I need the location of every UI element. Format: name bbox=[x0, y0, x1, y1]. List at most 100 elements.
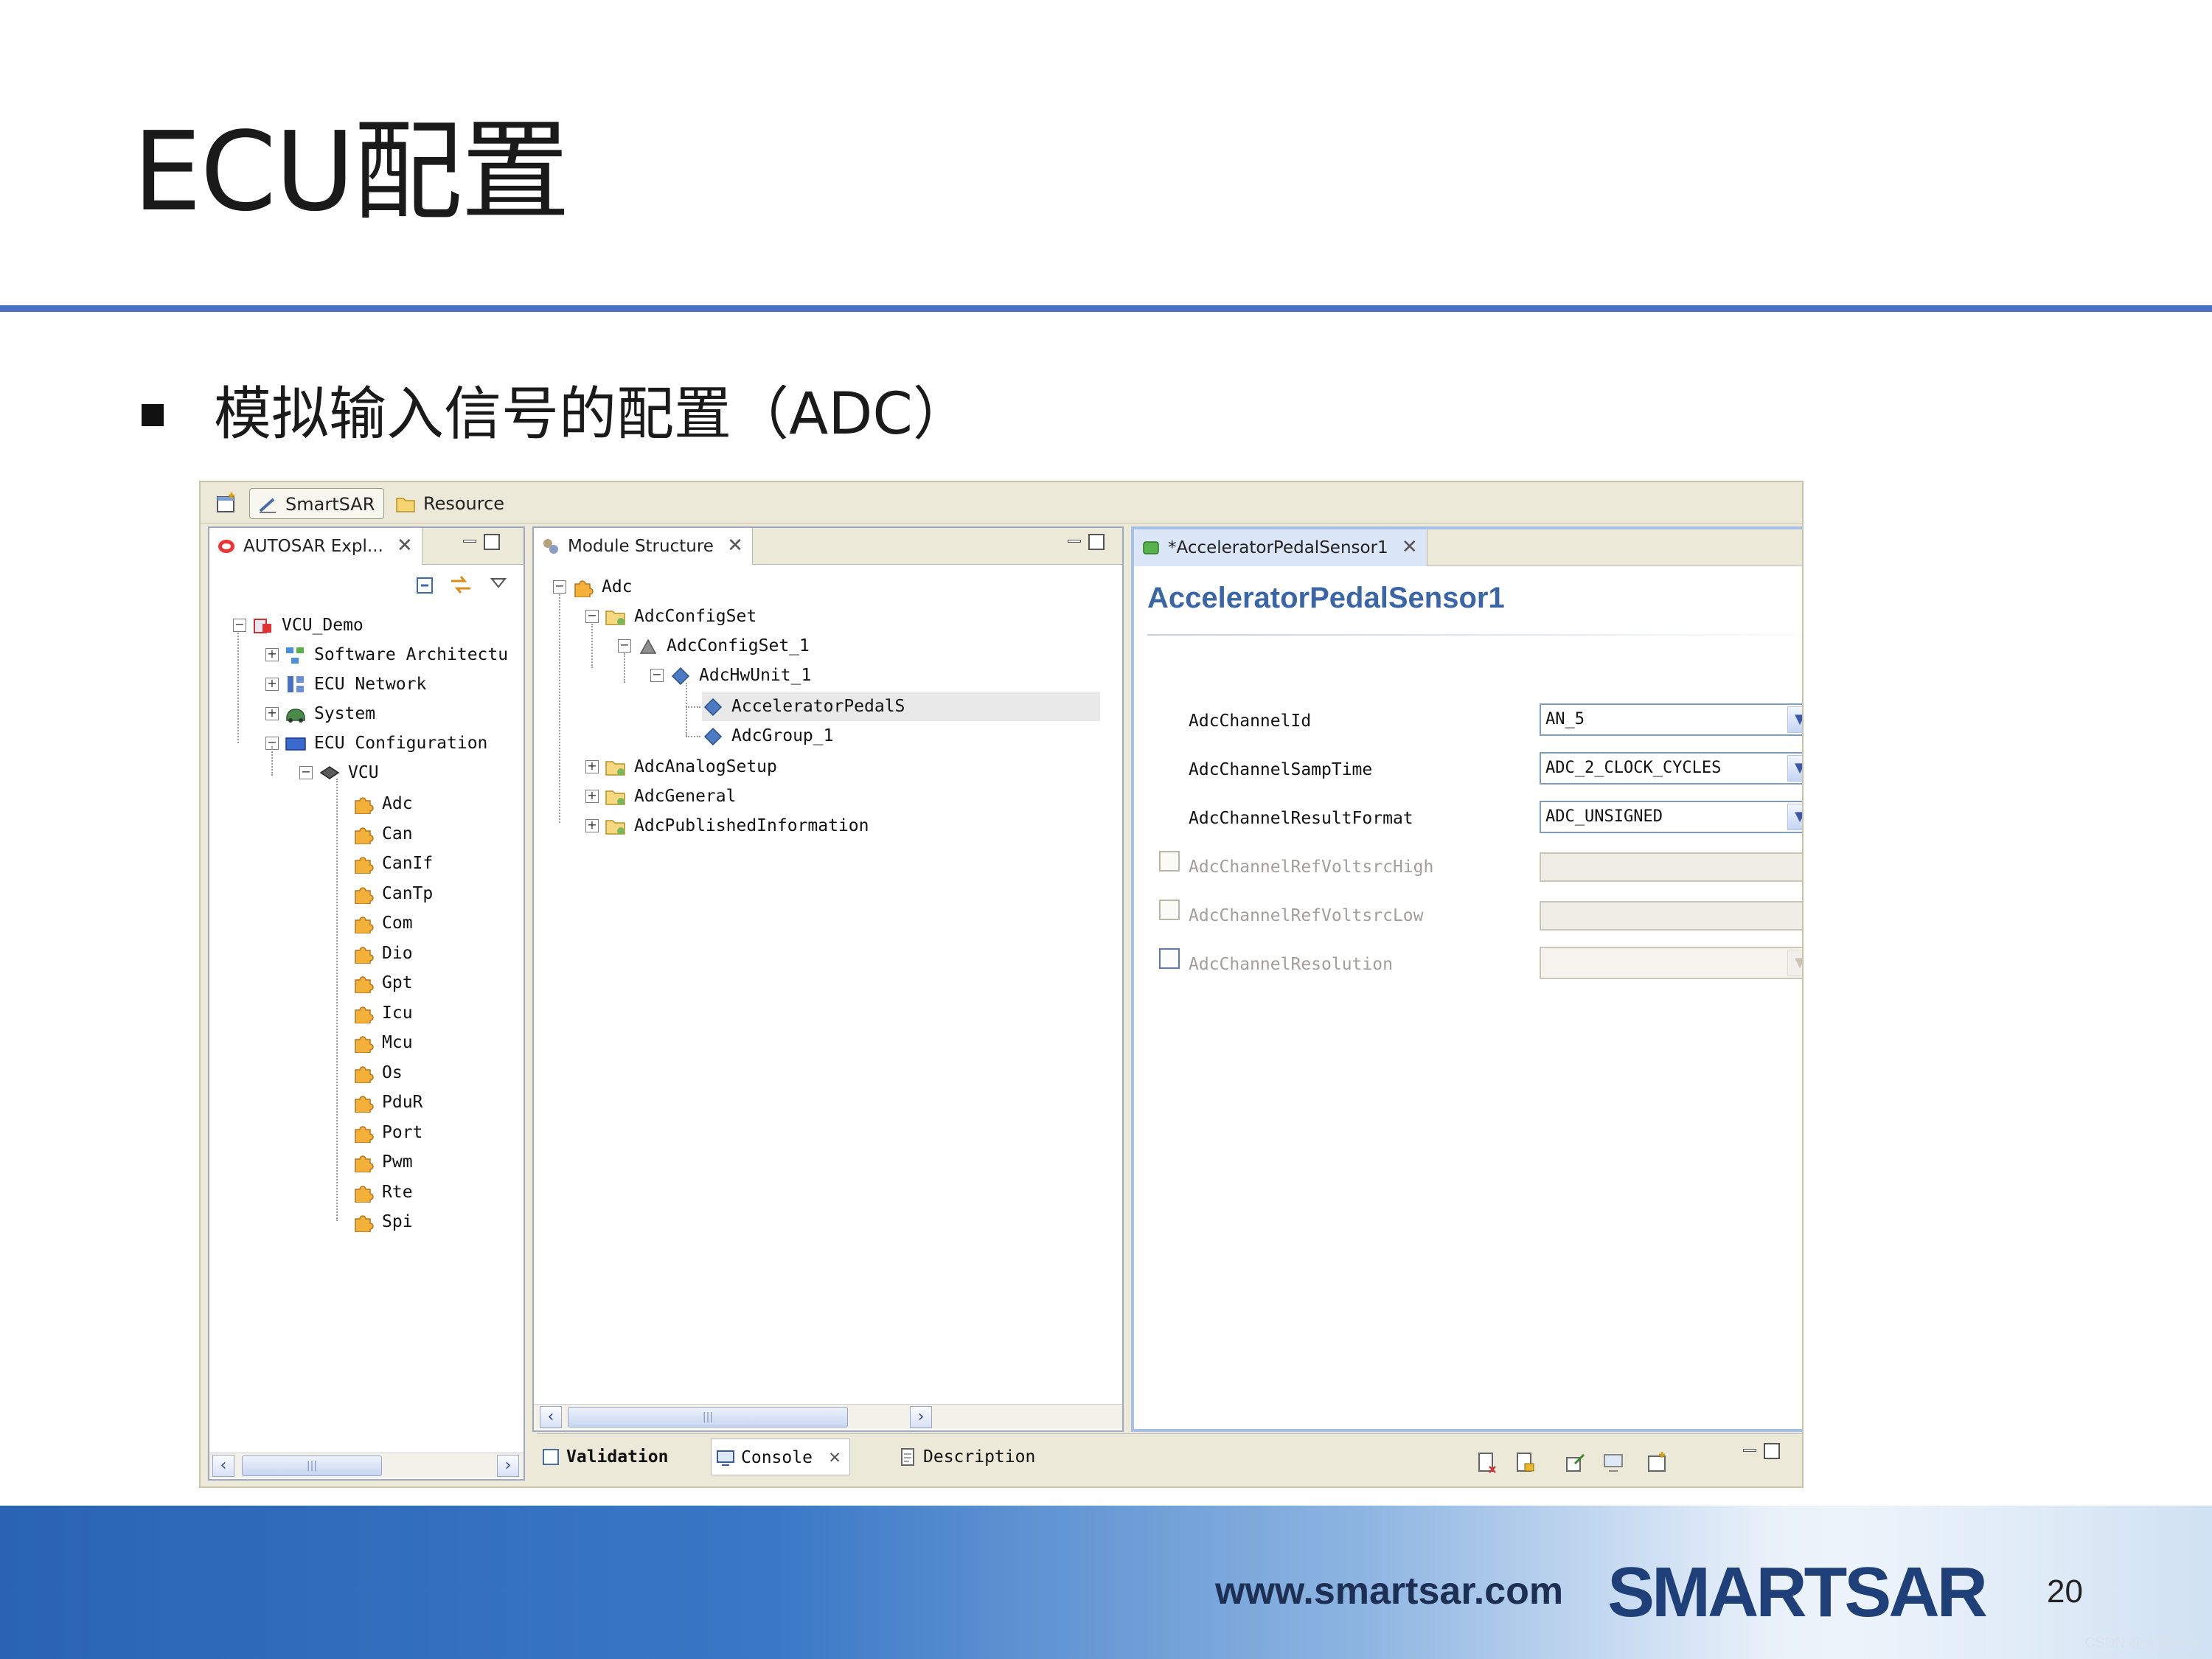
console-icon bbox=[717, 1450, 734, 1466]
module-puzzle-icon bbox=[355, 946, 374, 964]
tab-console[interactable]: Console ✕ bbox=[711, 1439, 850, 1475]
collapse-all-icon[interactable] bbox=[413, 572, 438, 597]
clear-console-icon[interactable] bbox=[1475, 1450, 1500, 1475]
title-rule bbox=[0, 305, 2212, 312]
tab-module-structure[interactable]: Module Structure ✕ bbox=[534, 528, 753, 565]
param-checkbox-resolution[interactable] bbox=[1159, 948, 1180, 969]
maximize-icon[interactable] bbox=[1088, 534, 1105, 550]
scroll-right-icon[interactable]: › bbox=[497, 1455, 519, 1477]
tree-expander-icon[interactable]: + bbox=[265, 707, 279, 720]
link-with-editor-icon[interactable] bbox=[448, 572, 475, 597]
scroll-thumb[interactable]: ||| bbox=[568, 1407, 848, 1427]
tree-item[interactable]: AcceleratorPedalS bbox=[702, 692, 1100, 721]
minimize-icon[interactable] bbox=[1068, 540, 1081, 543]
module-puzzle-icon bbox=[355, 1125, 374, 1143]
param-input-ref-volt-low[interactable] bbox=[1540, 901, 1802, 931]
tab-editor-accelerator-pedal-sensor[interactable]: *AcceleratorPedalSensor1 ✕ bbox=[1134, 529, 1427, 566]
tree-expander-icon[interactable]: + bbox=[585, 760, 599, 773]
tree-expander-icon[interactable]: − bbox=[585, 610, 599, 623]
scroll-left-icon[interactable]: ‹ bbox=[212, 1455, 234, 1477]
close-icon[interactable]: ✕ bbox=[829, 1439, 841, 1475]
scroll-lock-icon[interactable] bbox=[1513, 1450, 1538, 1475]
param-combo-resolution[interactable]: ▼ bbox=[1540, 947, 1802, 979]
tree-item[interactable]: AdcGroup_1 bbox=[702, 721, 997, 751]
tree-item-label: CanTp bbox=[382, 883, 434, 903]
minimize-icon[interactable] bbox=[463, 540, 476, 543]
chevron-down-icon[interactable]: ▼ bbox=[1787, 804, 1802, 830]
tab-autosar-explorer[interactable]: AUTOSAR Expl... ✕ bbox=[209, 528, 422, 565]
tab-label-autosar-explorer: AUTOSAR Expl... bbox=[243, 537, 383, 556]
bullet-square-icon bbox=[142, 404, 164, 426]
view-menu-icon[interactable] bbox=[488, 572, 509, 593]
tree-expander-icon[interactable]: + bbox=[585, 819, 599, 832]
close-icon[interactable]: ✕ bbox=[1402, 529, 1418, 565]
maximize-icon[interactable] bbox=[1764, 1443, 1780, 1459]
tab-validation[interactable]: Validation bbox=[537, 1439, 668, 1475]
param-input-ref-volt-high[interactable] bbox=[1540, 852, 1802, 882]
maximize-icon[interactable] bbox=[484, 534, 500, 550]
tree-expander-icon[interactable]: − bbox=[233, 619, 246, 632]
param-label-ref-volt-low: AdcChannelRefVoltsrcLow bbox=[1189, 906, 1424, 925]
pin-console-icon[interactable] bbox=[1563, 1450, 1588, 1475]
close-icon[interactable]: ✕ bbox=[397, 528, 413, 563]
tree-item-label: System bbox=[314, 704, 376, 723]
tree-expander-icon[interactable]: − bbox=[618, 639, 631, 653]
param-value-samp-time: ADC_2_CLOCK_CYCLES bbox=[1545, 759, 1722, 777]
close-icon[interactable]: ✕ bbox=[727, 528, 743, 563]
tree-expander-icon[interactable]: + bbox=[585, 790, 599, 803]
tree-expander-icon[interactable]: − bbox=[553, 580, 566, 594]
tree-guide-line bbox=[271, 746, 273, 776]
perspective-tab-resource[interactable]: Resource bbox=[388, 488, 504, 519]
minimize-icon[interactable] bbox=[1743, 1449, 1756, 1452]
tree-item-label: Os bbox=[382, 1062, 403, 1082]
module-puzzle-icon bbox=[355, 886, 374, 904]
open-console-icon[interactable] bbox=[1646, 1450, 1671, 1475]
module-structure-window-controls bbox=[1065, 532, 1109, 557]
footer-url[interactable]: www.smartsar.com bbox=[1215, 1569, 1563, 1613]
chevron-down-icon[interactable]: ▼ bbox=[1787, 706, 1802, 733]
param-checkbox-ref-volt-low[interactable] bbox=[1159, 900, 1180, 920]
tree-item[interactable]: AdcConfigSet bbox=[605, 602, 900, 631]
bottom-window-controls bbox=[1740, 1441, 1784, 1467]
watermark: CSDN @大富大贵7 bbox=[2085, 1635, 2207, 1651]
module-puzzle-icon bbox=[355, 1185, 374, 1203]
tree-expander-icon[interactable]: + bbox=[265, 648, 279, 661]
tree-item-label: AdcHwUnit_1 bbox=[699, 666, 812, 685]
module-puzzle-icon bbox=[355, 1096, 374, 1113]
scroll-left-icon[interactable]: ‹ bbox=[540, 1406, 562, 1428]
module-structure-hscrollbar[interactable]: ‹ ||| › bbox=[534, 1404, 1122, 1429]
tree-item[interactable]: AdcConfigSet_1 bbox=[637, 631, 932, 661]
tree-item[interactable]: VCU_Demo bbox=[252, 611, 547, 640]
tab-description[interactable]: Description bbox=[894, 1439, 1035, 1475]
perspective-tab-smartsar[interactable]: SmartSAR bbox=[249, 488, 385, 519]
module-puzzle-icon bbox=[355, 1006, 374, 1023]
tree-item[interactable]: Adc bbox=[572, 572, 867, 602]
tree-item-label: AdcAnalogSetup bbox=[634, 757, 777, 776]
param-checkbox-ref-volt-high[interactable] bbox=[1159, 851, 1180, 872]
page-number: 20 bbox=[2047, 1573, 2083, 1610]
tree-item[interactable]: AdcGeneral bbox=[605, 782, 900, 811]
container-folder-icon bbox=[605, 820, 625, 835]
open-perspective-icon[interactable] bbox=[215, 491, 239, 515]
param-combo-samp-time[interactable]: ADC_2_CLOCK_CYCLES ▼ bbox=[1540, 752, 1802, 785]
tree-item-label: Icu bbox=[382, 1003, 413, 1023]
tree-guide-line bbox=[686, 706, 700, 708]
tree-item-label: ECU Configuration bbox=[314, 734, 488, 753]
tree-item-label: PduR bbox=[382, 1093, 423, 1112]
chevron-down-icon[interactable]: ▼ bbox=[1787, 950, 1802, 976]
param-combo-channel-id[interactable]: AN_5 ▼ bbox=[1540, 703, 1802, 736]
tree-item[interactable]: AdcHwUnit_1 bbox=[669, 661, 964, 690]
param-combo-result-format[interactable]: ADC_UNSIGNED ▼ bbox=[1540, 801, 1802, 833]
tree-expander-icon[interactable]: + bbox=[265, 678, 279, 691]
display-console-icon[interactable] bbox=[1601, 1450, 1627, 1475]
scroll-right-icon[interactable]: › bbox=[910, 1406, 932, 1428]
tab-label-validation: Validation bbox=[566, 1447, 669, 1467]
tree-item[interactable]: AdcPublishedInformation bbox=[605, 811, 900, 841]
tree-expander-icon[interactable]: − bbox=[299, 766, 313, 779]
chevron-down-icon[interactable]: ▼ bbox=[1787, 755, 1802, 782]
tree-item-label: Mcu bbox=[382, 1033, 413, 1052]
explorer-hscrollbar[interactable]: ‹ ||| › bbox=[209, 1453, 524, 1478]
scroll-thumb[interactable]: ||| bbox=[242, 1455, 382, 1476]
tree-expander-icon[interactable]: − bbox=[650, 669, 664, 682]
tree-item[interactable]: AdcAnalogSetup bbox=[605, 752, 900, 782]
